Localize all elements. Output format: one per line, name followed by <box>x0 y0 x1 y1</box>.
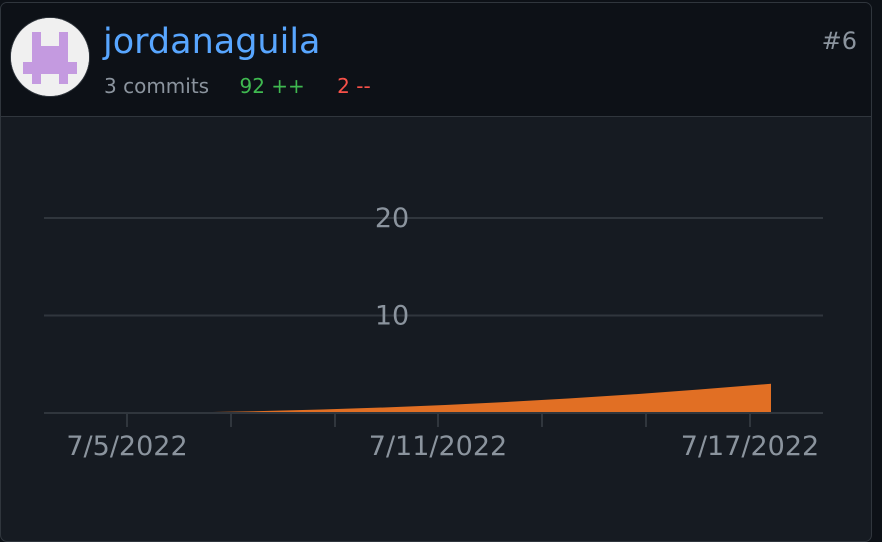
x-tick-label: 7/11/2022 <box>369 431 507 462</box>
x-tick-label: 7/17/2022 <box>681 431 819 462</box>
grid-lines: 10 20 <box>44 203 823 332</box>
y-tick-label: 20 <box>375 203 409 234</box>
y-tick-label: 10 <box>375 301 409 332</box>
contributions-chart: 10 20 7/5/2022 7/11/2022 7/17/2022 <box>44 203 823 462</box>
commit-area <box>131 383 771 413</box>
x-tick-label: 7/5/2022 <box>66 431 187 462</box>
x-axis-ticks: 7/5/2022 7/11/2022 7/17/2022 <box>66 413 819 462</box>
